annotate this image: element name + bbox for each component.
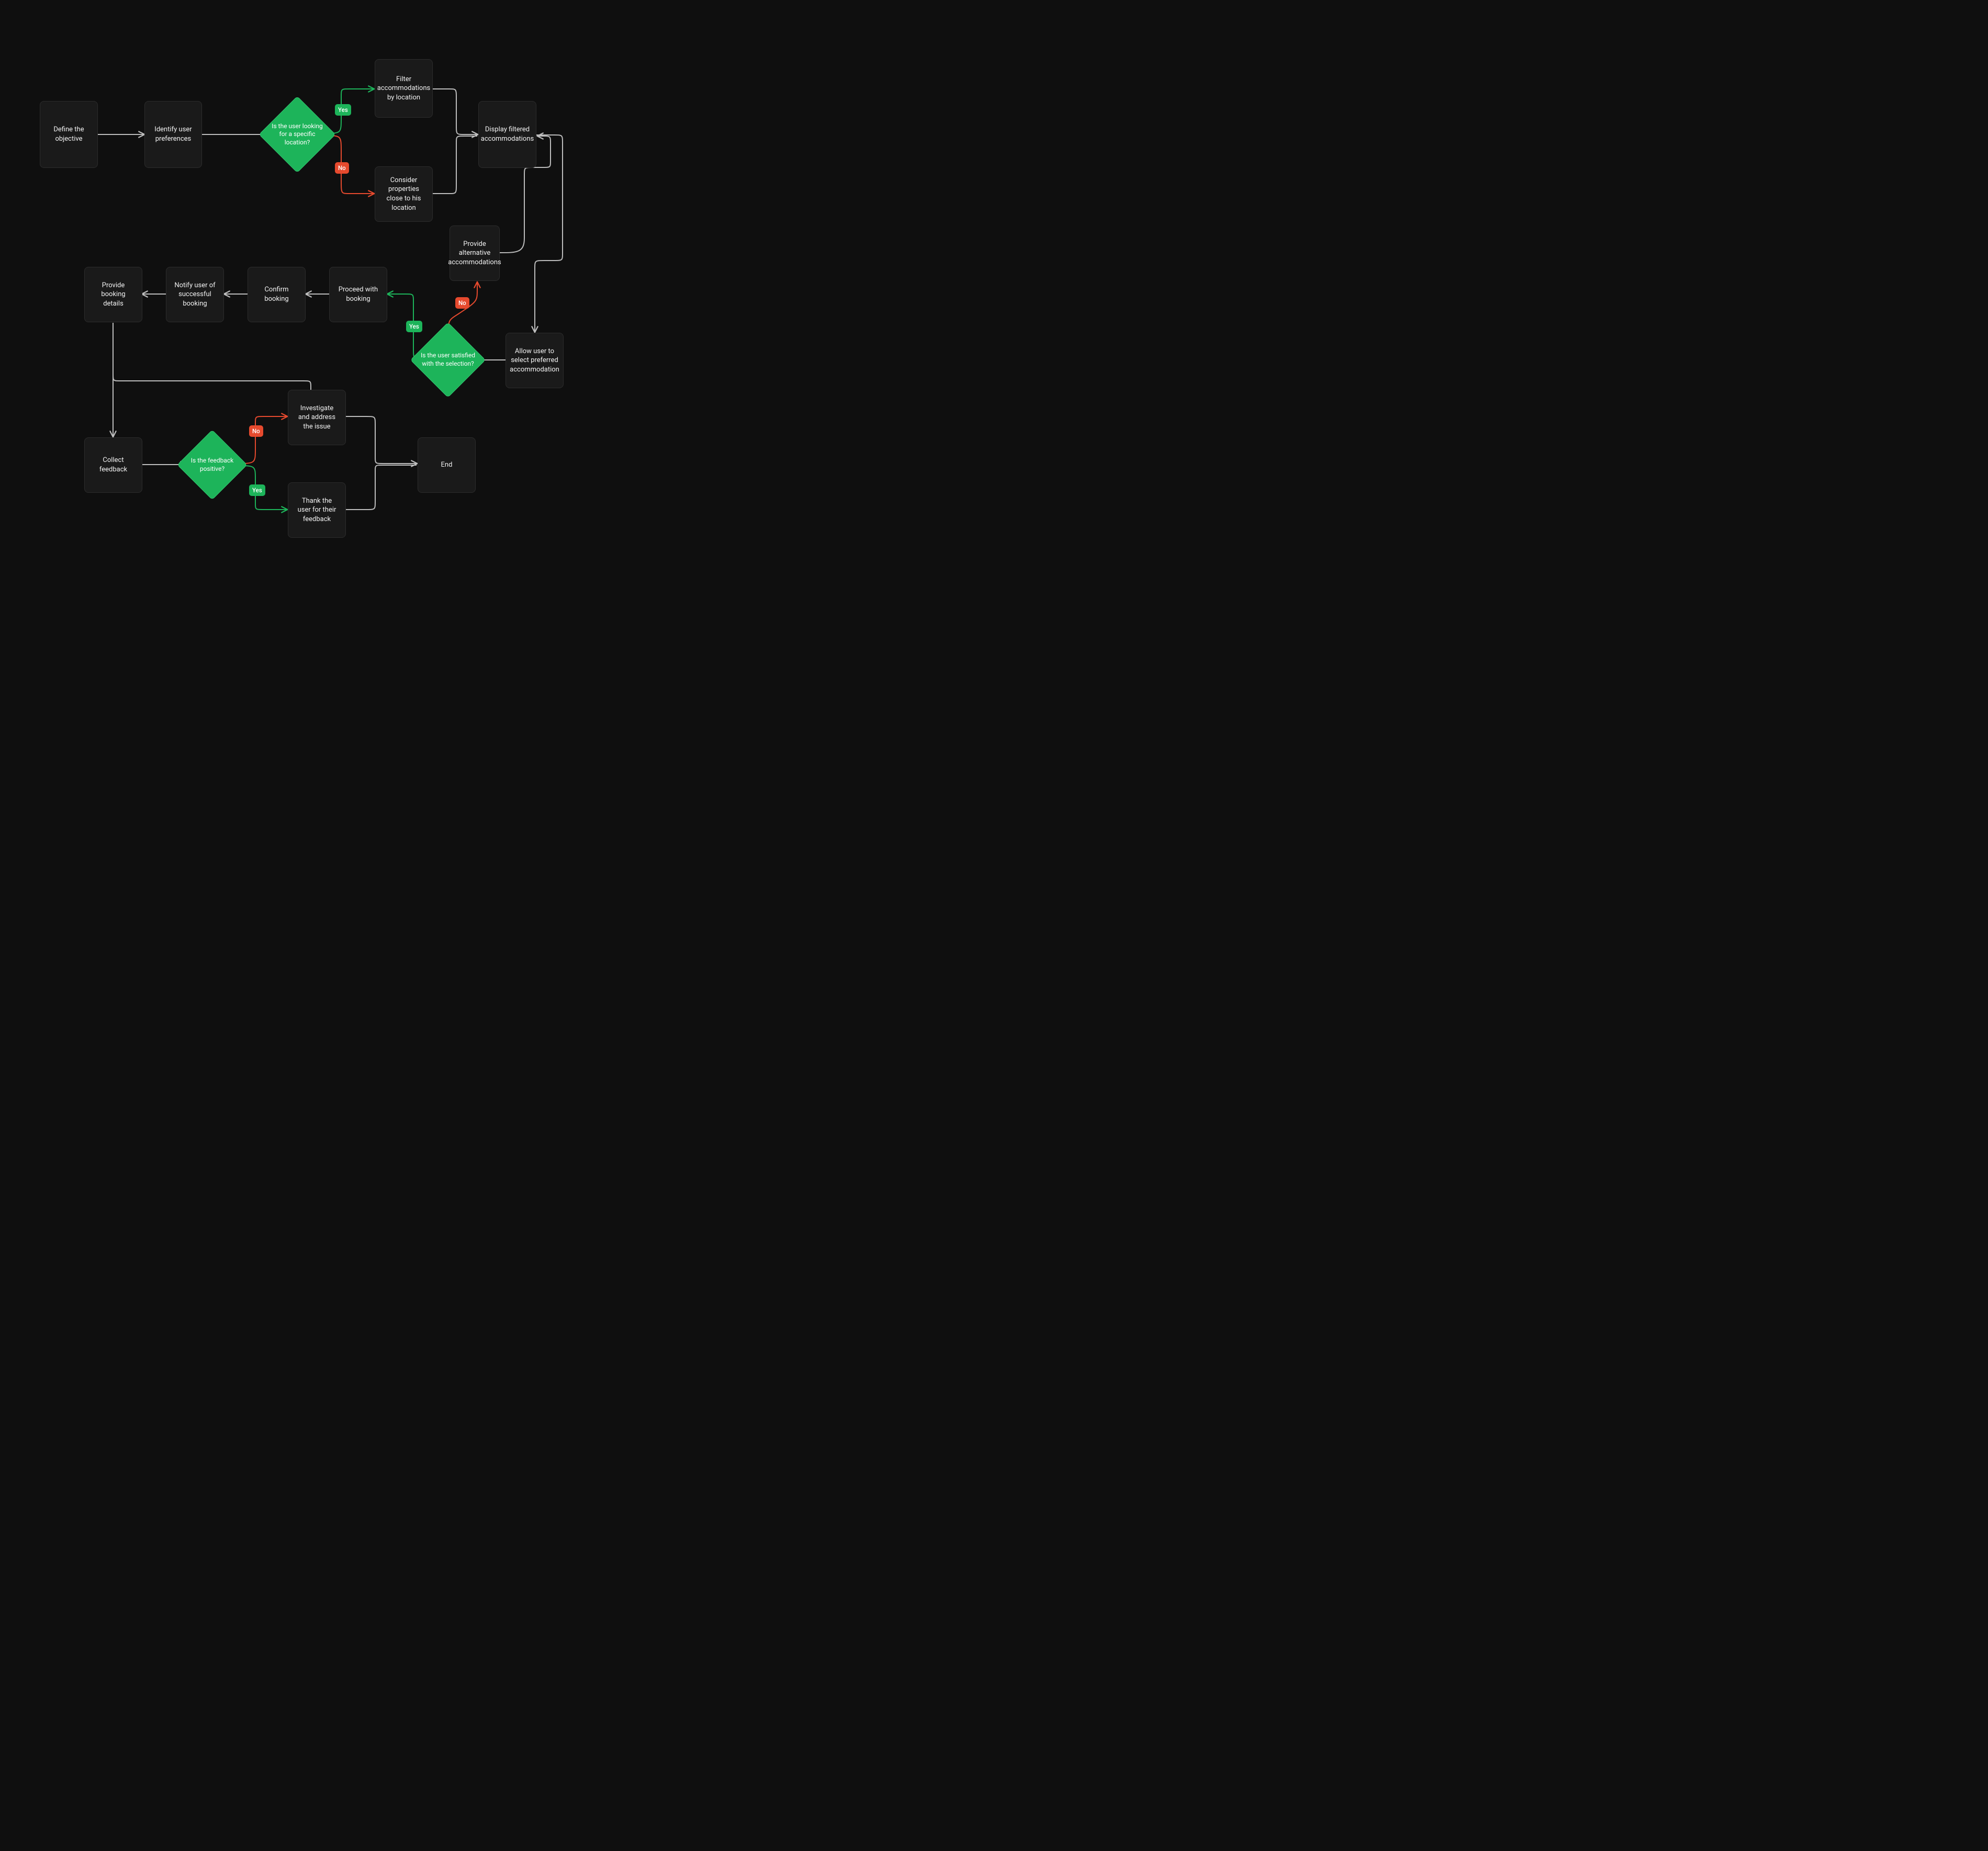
node-label: Consider properties close to his locatio… <box>381 176 426 212</box>
node-label: Proceed with booking <box>336 285 380 303</box>
node-label: Define the objective <box>47 125 91 143</box>
node-label: Allow user to select preferred accommoda… <box>510 347 559 375</box>
badge-no-feedback: No <box>249 425 263 437</box>
badge-no-satisfied: No <box>455 297 469 309</box>
decision-label: Is the user looking for a specific locat… <box>261 98 334 171</box>
node-label: Confirm booking <box>254 285 299 303</box>
node-label: Identify user preferences <box>151 125 195 143</box>
node-define-objective: Define the objective <box>40 101 98 168</box>
node-investigate-issue: Investigate and address the issue <box>288 390 346 445</box>
badge-yes-feedback: Yes <box>249 484 265 496</box>
badge-yes-satisfied: Yes <box>406 321 422 332</box>
badge-no-location: No <box>335 162 349 174</box>
node-label: Notify user of successful booking <box>173 281 217 309</box>
decision-feedback-positive: Is the feedback positive? <box>187 440 237 490</box>
edge-display-to-allow-select <box>535 135 563 332</box>
node-label: End <box>441 460 453 470</box>
node-display-filtered: Display filtered accommodations <box>478 101 536 168</box>
decision-satisfied: Is the user satisfied with the selection… <box>421 333 475 387</box>
node-allow-select: Allow user to select preferred accommoda… <box>506 333 564 388</box>
node-identify-user-preferences: Identify user preferences <box>144 101 202 168</box>
edge-filter-to-display <box>433 89 477 134</box>
node-label: Investigate and address the issue <box>295 404 339 432</box>
decision-label: Is the user satisfied with the selection… <box>412 324 484 396</box>
node-consider-nearby: Consider properties close to his locatio… <box>375 166 433 222</box>
edge-thank-to-end <box>346 465 417 510</box>
decision-label: Is the feedback positive? <box>178 431 246 499</box>
node-filter-by-location: Filter accommodations by location <box>375 59 433 118</box>
node-label: Display filtered accommodations <box>481 125 534 143</box>
edge-consider-to-display <box>433 136 477 194</box>
node-notify-success: Notify user of successful booking <box>166 267 224 322</box>
node-collect-feedback: Collect feedback <box>84 437 142 493</box>
node-label: Thank the user for their feedback <box>295 496 339 524</box>
node-label: Collect feedback <box>91 456 136 474</box>
node-confirm-booking: Confirm booking <box>248 267 306 322</box>
node-provide-alternatives: Provide alternative accommodations <box>450 225 500 281</box>
node-label: Provide alternative accommodations <box>448 240 501 267</box>
node-label: Filter accommodations by location <box>377 75 430 103</box>
badge-yes-location: Yes <box>335 104 351 116</box>
node-label: Provide booking details <box>91 281 136 309</box>
node-provide-booking-details: Provide booking details <box>84 267 142 322</box>
edge-investigate-to-end <box>346 416 417 464</box>
node-end: End <box>418 437 476 493</box>
edge-details-to-collect-feedback <box>113 323 311 436</box>
node-thank-user: Thank the user for their feedback <box>288 482 346 538</box>
flowchart-canvas: Define the objective Identify user prefe… <box>0 0 613 589</box>
node-proceed-booking: Proceed with booking <box>329 267 387 322</box>
decision-specific-location: Is the user looking for a specific locat… <box>270 107 324 162</box>
